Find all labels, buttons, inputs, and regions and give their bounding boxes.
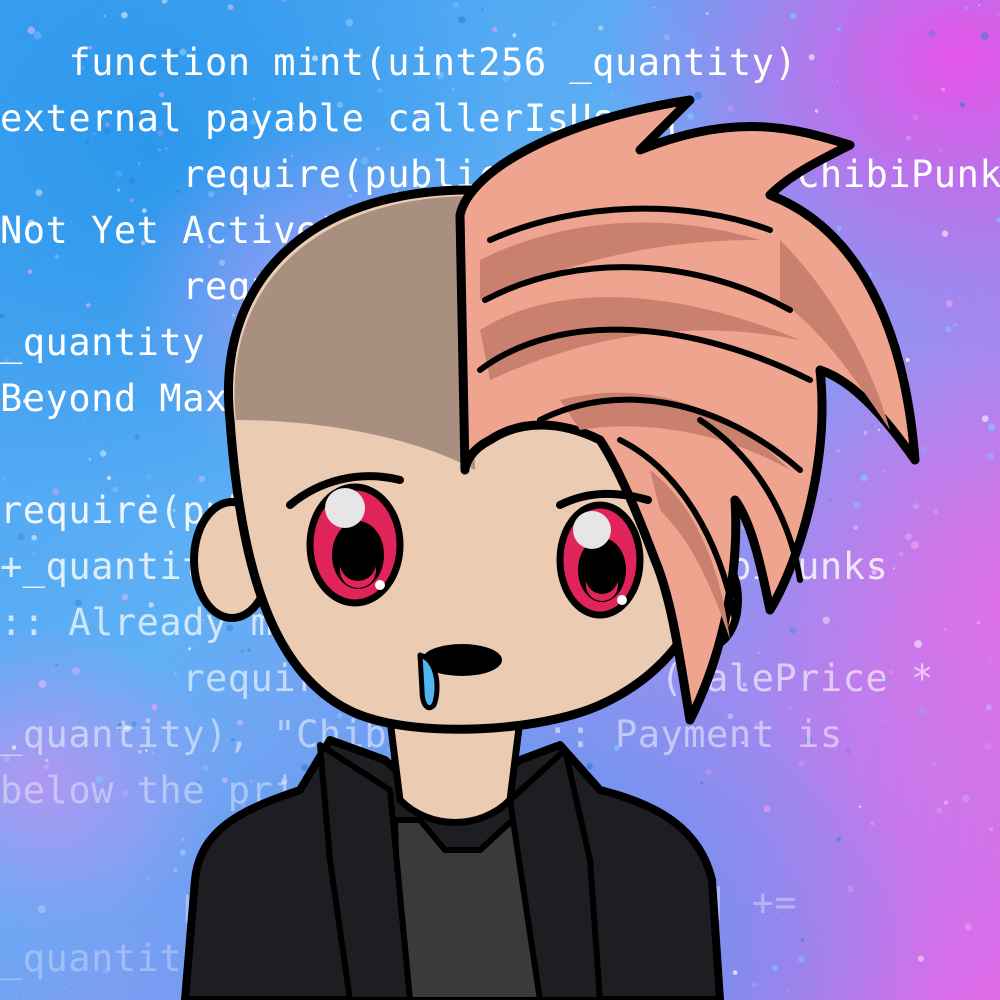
eye-left — [306, 483, 404, 607]
nft-artwork: function mint(uint256 _quantity) externa… — [0, 0, 1000, 1000]
eye-right — [556, 501, 644, 619]
chibi-punk-character — [181, 95, 920, 1000]
neck — [386, 716, 524, 826]
